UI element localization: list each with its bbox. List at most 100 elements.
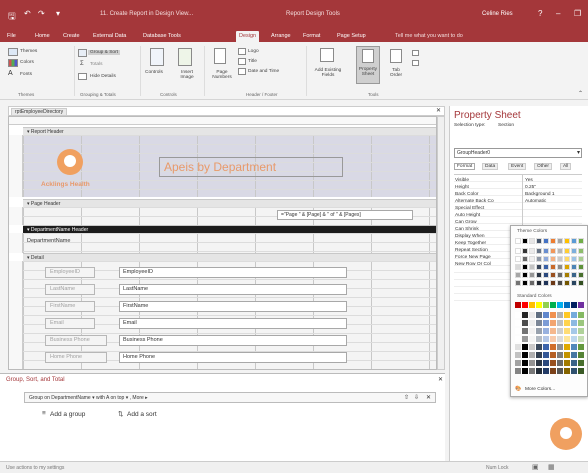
recent-color-swatch[interactable] <box>529 328 535 334</box>
color-swatch[interactable] <box>557 280 563 286</box>
collapse-ribbon-icon[interactable]: ⌃ <box>578 90 583 97</box>
recent-color-swatch[interactable] <box>522 368 528 374</box>
recent-color-swatch[interactable] <box>536 320 542 326</box>
color-swatch[interactable] <box>564 256 570 262</box>
more-colors-icon[interactable]: 🎨 <box>515 386 521 392</box>
color-swatch[interactable] <box>550 272 556 278</box>
help-icon[interactable]: ? <box>538 9 542 18</box>
department-header-band[interactable]: ▾ DepartmentName Header <box>23 225 436 233</box>
recent-color-swatch[interactable] <box>536 344 542 350</box>
recent-color-swatch[interactable] <box>543 352 549 358</box>
restore-icon[interactable]: ❐ <box>574 9 581 18</box>
color-swatch[interactable] <box>550 248 556 254</box>
recent-color-swatch[interactable] <box>522 360 528 366</box>
color-swatch[interactable] <box>529 264 535 270</box>
recent-color-swatch[interactable] <box>515 328 521 334</box>
recent-color-swatch[interactable] <box>529 344 535 350</box>
color-swatch[interactable] <box>557 264 563 270</box>
color-swatch[interactable] <box>529 280 535 286</box>
minimize-icon[interactable]: – <box>556 9 560 18</box>
color-swatch[interactable] <box>557 272 563 278</box>
fonts-button[interactable]: Fonts <box>20 72 32 77</box>
recent-color-swatch[interactable] <box>578 344 584 350</box>
recent-color-swatch[interactable] <box>536 352 542 358</box>
colors-icon[interactable] <box>8 59 18 67</box>
color-swatch[interactable] <box>522 272 528 278</box>
date-time-icon[interactable] <box>238 68 246 75</box>
totals-button[interactable]: Totals <box>90 62 103 67</box>
colors-button[interactable]: Colors <box>20 60 34 65</box>
recent-color-swatch[interactable] <box>550 344 556 350</box>
recent-color-swatch[interactable] <box>529 312 535 318</box>
tab-file[interactable]: File <box>4 31 19 42</box>
field-textbox[interactable]: LastName <box>119 284 347 295</box>
group-level-row[interactable]: Group on DepartmentName ▾ with A on top … <box>24 392 436 403</box>
color-swatch[interactable] <box>522 264 528 270</box>
recent-color-swatch[interactable] <box>571 336 577 342</box>
tab-create[interactable]: Create <box>60 31 83 42</box>
add-group-button[interactable]: Add a group <box>50 411 85 418</box>
user-name[interactable]: Celine Ries <box>482 11 513 17</box>
recent-color-swatch[interactable] <box>557 344 563 350</box>
color-swatch[interactable] <box>529 256 535 262</box>
color-swatch[interactable] <box>550 256 556 262</box>
color-swatch[interactable] <box>578 238 584 244</box>
title-button[interactable]: Title <box>248 59 257 64</box>
color-swatch[interactable] <box>564 280 570 286</box>
more-colors-button[interactable]: More Colors... <box>525 387 555 392</box>
color-swatch[interactable] <box>564 248 570 254</box>
controls-button[interactable]: Controls <box>145 70 163 75</box>
field-textbox[interactable]: EmployeeID <box>119 267 347 278</box>
tab-format[interactable]: Format <box>454 163 476 170</box>
close-document-icon[interactable]: ✕ <box>436 107 441 114</box>
recent-color-swatch[interactable] <box>550 360 556 366</box>
design-view-icon[interactable]: ▣ <box>532 463 539 471</box>
recent-color-swatch[interactable] <box>536 368 542 374</box>
recent-color-swatch[interactable] <box>578 312 584 318</box>
color-swatch[interactable] <box>571 280 577 286</box>
color-swatch[interactable] <box>557 248 563 254</box>
group-sort-icon[interactable] <box>78 49 87 57</box>
department-label[interactable]: DepartmentName <box>27 238 70 244</box>
recent-color-swatch[interactable] <box>557 368 563 374</box>
department-header-section[interactable] <box>23 233 436 253</box>
recent-color-swatch[interactable] <box>515 336 521 342</box>
report-title-box[interactable]: Apeis by Department <box>159 157 343 177</box>
insert-image-button[interactable]: Insert Image <box>174 70 200 80</box>
logo-icon[interactable] <box>238 48 246 55</box>
fonts-icon[interactable]: A <box>8 70 13 77</box>
detail-band[interactable]: ▾ Detail <box>23 253 436 261</box>
recent-color-swatch[interactable] <box>571 352 577 358</box>
color-swatch[interactable] <box>557 256 563 262</box>
property-value[interactable]: 0.25" <box>525 185 536 190</box>
hide-details-icon[interactable] <box>78 73 87 80</box>
recent-color-swatch[interactable] <box>529 352 535 358</box>
field-textbox[interactable]: Home Phone <box>119 352 347 363</box>
color-swatch[interactable] <box>515 256 521 262</box>
controls-icon[interactable] <box>150 48 164 66</box>
field-textbox[interactable]: FirstName <box>119 301 347 312</box>
color-swatch[interactable] <box>515 280 521 286</box>
color-swatch[interactable] <box>564 272 570 278</box>
recent-color-swatch[interactable] <box>571 344 577 350</box>
recent-color-swatch[interactable] <box>522 320 528 326</box>
color-swatch[interactable] <box>578 280 584 286</box>
recent-color-swatch[interactable] <box>571 368 577 374</box>
recent-color-swatch[interactable] <box>571 312 577 318</box>
report-logo[interactable] <box>57 149 83 175</box>
color-swatch[interactable] <box>543 256 549 262</box>
recent-color-swatch[interactable] <box>564 312 570 318</box>
tab-database-tools[interactable]: Database Tools <box>140 31 184 42</box>
tab-page-setup[interactable]: Page Setup <box>334 31 369 42</box>
date-time-button[interactable]: Date and Time <box>248 69 279 74</box>
property-value[interactable]: Background 1 <box>525 192 555 197</box>
add-fields-icon[interactable] <box>320 48 334 62</box>
recent-color-swatch[interactable] <box>543 328 549 334</box>
recent-color-swatch[interactable] <box>515 320 521 326</box>
property-value[interactable]: Automatic <box>525 199 546 204</box>
add-sort-button[interactable]: Add a sort <box>127 411 157 418</box>
group-sort-button[interactable]: Group & Sort <box>88 50 120 55</box>
color-swatch[interactable] <box>529 248 535 254</box>
color-swatch[interactable] <box>571 256 577 262</box>
recent-color-swatch[interactable] <box>536 312 542 318</box>
